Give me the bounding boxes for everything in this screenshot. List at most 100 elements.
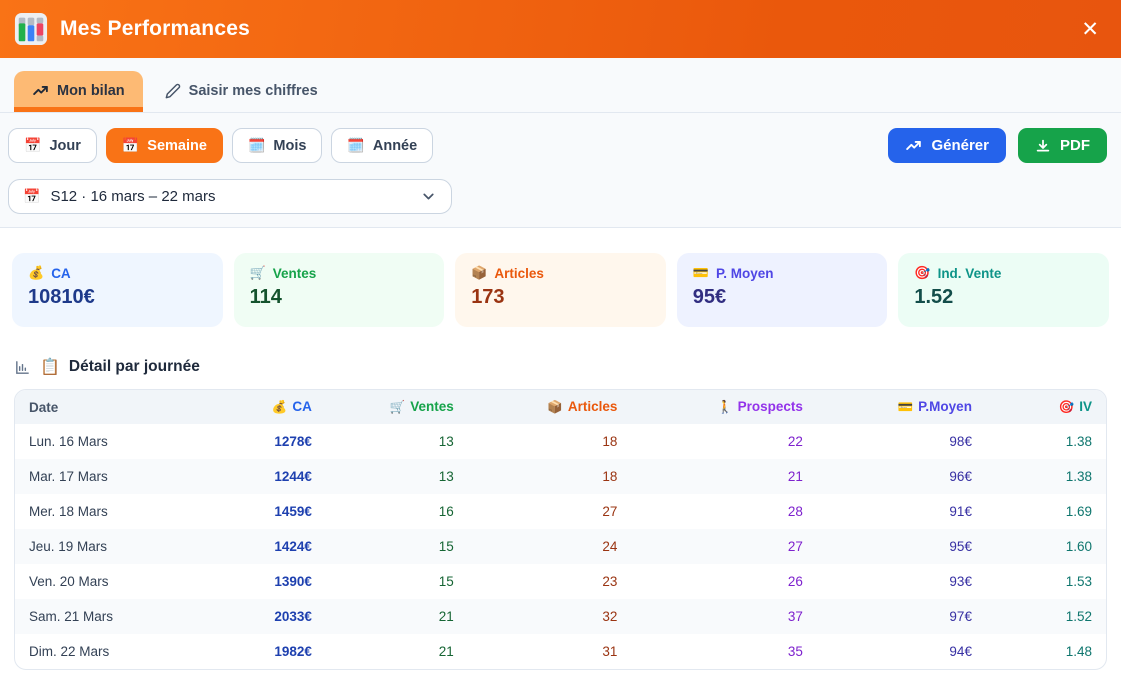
prospects-cell: 22 — [631, 424, 816, 459]
credit-card-icon: 💳 — [898, 400, 914, 414]
table-row: Mar. 17 Mars1244€13182196€1.38 — [15, 459, 1106, 494]
prospects-cell: 37 — [631, 599, 816, 634]
iv-cell: 1.60 — [986, 529, 1106, 564]
pmoyen-cell: 94€ — [817, 634, 986, 669]
pmoyen-cell: 91€ — [817, 494, 986, 529]
target-icon: 🎯 — [1059, 400, 1075, 414]
calendar-icon: 🗓️ — [248, 137, 265, 154]
generate-button[interactable]: Générer — [888, 128, 1006, 163]
money-bag-icon: 💰 — [28, 265, 44, 281]
ventes-cell: 21 — [326, 634, 468, 669]
pmoyen-cell: 98€ — [817, 424, 986, 459]
col-header-ca: 💰CA — [200, 390, 325, 424]
week-selector[interactable]: 📅 S12 · 16 mars – 22 mars — [8, 179, 452, 214]
iv-cell: 1.38 — [986, 459, 1106, 494]
prospects-cell: 26 — [631, 564, 816, 599]
date-cell: Ven. 20 Mars — [15, 564, 200, 599]
kpi-label: CA — [51, 266, 71, 281]
ca-cell: 2033€ — [200, 599, 325, 634]
kpi-card-ind-vente: 🎯 Ind. Vente 1.52 — [898, 253, 1109, 327]
prospects-cell: 21 — [631, 459, 816, 494]
week-selector-value: S12 · 16 mars – 22 mars — [50, 188, 410, 205]
articles-cell: 27 — [468, 494, 632, 529]
table-row: Lun. 16 Mars1278€13182298€1.38 — [15, 424, 1106, 459]
ca-cell: 1424€ — [200, 529, 325, 564]
ca-cell: 1390€ — [200, 564, 325, 599]
period-button-jour[interactable]: 📅 Jour — [8, 128, 97, 163]
table-row: Mer. 18 Mars1459€16272891€1.69 — [15, 494, 1106, 529]
shopping-cart-icon: 🛒 — [390, 400, 406, 414]
detail-table: Date 💰CA 🛒Ventes 📦Articles 🚶Prospects 💳P… — [14, 389, 1107, 670]
ventes-cell: 13 — [326, 459, 468, 494]
table-row: Dim. 22 Mars1982€21313594€1.48 — [15, 634, 1106, 669]
trending-up-icon — [905, 137, 922, 154]
period-button-semaine[interactable]: 📅 Semaine — [106, 128, 223, 163]
generate-label: Générer — [931, 137, 989, 154]
tab-label: Saisir mes chiffres — [189, 83, 318, 99]
kpi-label: P. Moyen — [716, 266, 774, 281]
period-button-mois[interactable]: 🗓️ Mois — [232, 128, 322, 163]
kpi-value: 10810€ — [28, 286, 207, 309]
ventes-cell: 15 — [326, 529, 468, 564]
articles-cell: 31 — [468, 634, 632, 669]
download-icon — [1035, 138, 1051, 154]
table-row: Ven. 20 Mars1390€15232693€1.53 — [15, 564, 1106, 599]
iv-cell: 1.53 — [986, 564, 1106, 599]
ca-cell: 1982€ — [200, 634, 325, 669]
calendar-icon: 📅 — [23, 188, 40, 205]
pmoyen-cell: 97€ — [817, 599, 986, 634]
col-header-iv: 🎯IV — [986, 390, 1106, 424]
chevron-down-icon — [420, 188, 437, 205]
iv-cell: 1.52 — [986, 599, 1106, 634]
pmoyen-cell: 96€ — [817, 459, 986, 494]
iv-cell: 1.69 — [986, 494, 1106, 529]
ca-cell: 1459€ — [200, 494, 325, 529]
money-bag-icon: 💰 — [272, 400, 288, 414]
shopping-cart-icon: 🛒 — [250, 265, 266, 281]
close-icon[interactable]: ✕ — [1077, 15, 1103, 44]
section-title-text: Détail par journée — [69, 358, 200, 376]
table-header-row: Date 💰CA 🛒Ventes 📦Articles 🚶Prospects 💳P… — [15, 390, 1106, 424]
prospects-cell: 35 — [631, 634, 816, 669]
kpi-row: 💰CA 10810€ 🛒Ventes 114 📦Articles 173 💳P.… — [12, 253, 1109, 327]
ca-cell: 1244€ — [200, 459, 325, 494]
bar-chart-app-icon — [14, 12, 48, 46]
period-button-annee[interactable]: 🗓️ Année — [331, 128, 433, 163]
period-label: Année — [373, 138, 417, 154]
tab-mon-bilan[interactable]: Mon bilan — [14, 71, 143, 112]
kpi-card-ca: 💰 CA 10810€ — [12, 253, 223, 327]
dialog-header: Mes Performances ✕ — [0, 0, 1121, 58]
target-icon: 🎯 — [914, 265, 930, 281]
period-label: Jour — [49, 138, 80, 154]
pdf-button[interactable]: PDF — [1018, 128, 1107, 163]
calendar-icon: 📅 — [122, 137, 139, 154]
col-header-ventes: 🛒Ventes — [326, 390, 468, 424]
date-cell: Dim. 22 Mars — [15, 634, 200, 669]
date-cell: Sam. 21 Mars — [15, 599, 200, 634]
ventes-cell: 13 — [326, 424, 468, 459]
period-label: Semaine — [147, 138, 207, 154]
date-cell: Jeu. 19 Mars — [15, 529, 200, 564]
package-icon: 📦 — [471, 265, 487, 281]
dialog-title: Mes Performances — [60, 17, 1077, 41]
col-header-pmoyen: 💳P.Moyen — [817, 390, 986, 424]
pencil-icon — [165, 83, 181, 99]
kpi-card-articles: 📦Articles 173 — [455, 253, 666, 327]
date-cell: Mar. 17 Mars — [15, 459, 200, 494]
tab-saisir-chiffres[interactable]: Saisir mes chiffres — [149, 72, 334, 112]
pdf-label: PDF — [1060, 137, 1090, 154]
tab-bar: Mon bilan Saisir mes chiffres — [0, 58, 1121, 113]
kpi-value: 1.52 — [914, 286, 1093, 309]
articles-cell: 18 — [468, 459, 632, 494]
credit-card-icon: 💳 — [693, 265, 709, 281]
ventes-cell: 16 — [326, 494, 468, 529]
articles-cell: 32 — [468, 599, 632, 634]
table-row: Jeu. 19 Mars1424€15242795€1.60 — [15, 529, 1106, 564]
kpi-label: Ventes — [273, 266, 317, 281]
kpi-value: 95€ — [693, 286, 872, 309]
ca-cell: 1278€ — [200, 424, 325, 459]
prospects-cell: 28 — [631, 494, 816, 529]
calendar-icon: 📅 — [24, 137, 41, 154]
kpi-label: Ind. Vente — [938, 266, 1002, 281]
date-cell: Mer. 18 Mars — [15, 494, 200, 529]
